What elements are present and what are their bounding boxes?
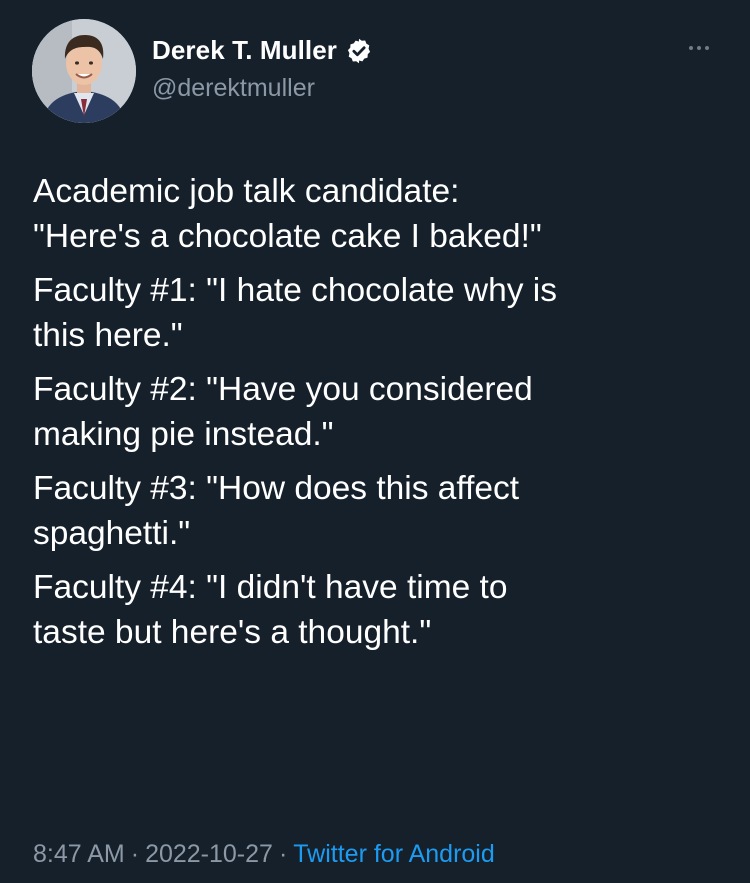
tweet-paragraph: Faculty #2: "Have you considered making … <box>33 368 723 457</box>
more-options-dot <box>705 46 709 50</box>
tweet-source-link[interactable]: Twitter for Android <box>293 840 494 868</box>
meta-separator: · <box>130 840 140 868</box>
profile-photo-icon <box>32 19 136 123</box>
tweet-card: Derek T. Muller @derektmuller Academic j… <box>0 0 750 883</box>
tweet-line: Faculty #3: "How does this affect <box>33 470 520 507</box>
tweet-paragraph: Faculty #4: "I didn't have time to taste… <box>33 566 723 655</box>
more-options-dot <box>697 46 701 50</box>
verified-badge-icon <box>347 38 371 63</box>
more-options-button[interactable] <box>681 38 717 58</box>
meta-separator: · <box>278 840 288 868</box>
tweet-line: making pie instead." <box>33 415 334 453</box>
tweet-line: Faculty #1: "I hate chocolate why is <box>33 272 557 309</box>
tweet-line: taste but here's a thought." <box>33 613 432 651</box>
tweet-line: Faculty #2: "Have you considered <box>33 371 533 408</box>
tweet-line: Academic job talk candidate: <box>33 173 460 210</box>
tweet-time[interactable]: 8:47 AM <box>33 840 125 868</box>
avatar[interactable] <box>32 19 136 123</box>
tweet-paragraph: Faculty #3: "How does this affect spaghe… <box>33 467 723 556</box>
tweet-line: this here." <box>33 316 183 354</box>
tweet-line: Faculty #4: "I didn't have time to <box>33 569 508 606</box>
author-handle[interactable]: @derektmuller <box>152 74 315 103</box>
tweet-text: Academic job talk candidate: "Here's a c… <box>33 170 723 665</box>
more-options-icon <box>689 46 693 50</box>
tweet-meta: 8:47 AM · 2022-10-27 · Twitter for Android <box>33 840 495 869</box>
author-name-row[interactable]: Derek T. Muller <box>152 35 373 66</box>
tweet-date[interactable]: 2022-10-27 <box>145 840 273 868</box>
tweet-paragraph: Academic job talk candidate: "Here's a c… <box>33 170 723 259</box>
display-name[interactable]: Derek T. Muller <box>152 35 337 66</box>
tweet-line: "Here's a chocolate cake I baked!" <box>33 217 542 255</box>
tweet-paragraph: Faculty #1: "I hate chocolate why is thi… <box>33 269 723 358</box>
tweet-line: spaghetti." <box>33 514 191 552</box>
